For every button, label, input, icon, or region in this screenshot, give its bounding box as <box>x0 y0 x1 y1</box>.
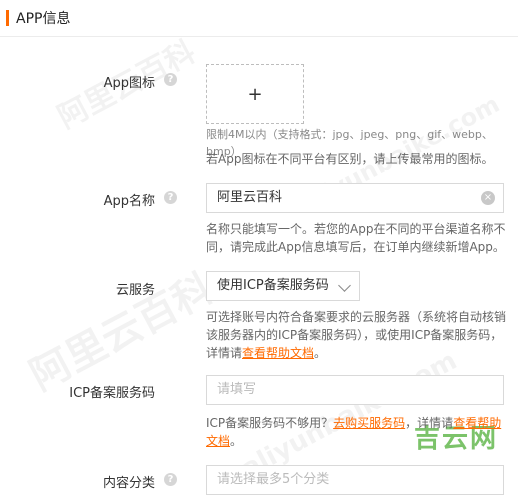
icp-code-label: ICP备案服务码 <box>69 386 155 401</box>
icp-code-desc: ICP备案服务码不够用？去购买服务码，详情请查看帮助文档。 <box>206 416 502 448</box>
cloud-service-label: 云服务 <box>115 283 155 298</box>
buy-code-link[interactable]: 去购买服务码 <box>333 416 405 430</box>
plus-icon: + <box>247 83 263 105</box>
help-icon[interactable]: ? <box>164 73 177 86</box>
cloud-service-desc: 可选择账号内符合备案要求的云服务器（系统将自动核销该服务器内的ICP备案服务码）… <box>206 310 507 360</box>
category-label: 内容分类 <box>102 476 155 491</box>
clear-icon[interactable]: × <box>481 191 495 205</box>
help-icon[interactable]: ? <box>164 473 177 486</box>
app-name-label: App名称 <box>103 194 155 209</box>
icp-code-placeholder: 请填写 <box>217 382 257 397</box>
app-icon-desc: 若App图标在不同平台有区别，请上传最常用的图标。 <box>206 152 494 166</box>
section-title: APP信息 <box>16 11 71 27</box>
chevron-down-icon <box>338 279 351 292</box>
icp-code-input[interactable]: 请填写 <box>206 375 504 405</box>
app-icon-label: App图标 <box>103 76 155 91</box>
section-header <box>0 0 518 37</box>
app-name-input[interactable]: 阿里云百科 × <box>206 183 504 213</box>
cloud-service-select[interactable]: 使用ICP备案服务码 <box>206 271 360 301</box>
category-placeholder: 请选择最多5个分类 <box>217 472 330 487</box>
help-doc-link[interactable]: 查看帮助文档 <box>242 346 314 360</box>
cloud-service-selected: 使用ICP备案服务码 <box>217 278 329 293</box>
category-select[interactable]: 请选择最多5个分类 <box>206 465 504 495</box>
icon-upload-box[interactable]: + <box>206 64 304 124</box>
app-name-value: 阿里云百科 <box>217 190 283 205</box>
app-name-desc: 名称只能填写一个。若您的App在不同的平台渠道名称不同，请完成此App信息填写后… <box>206 222 506 254</box>
help-icon[interactable]: ? <box>164 191 177 204</box>
section-accent-bar <box>6 10 9 26</box>
